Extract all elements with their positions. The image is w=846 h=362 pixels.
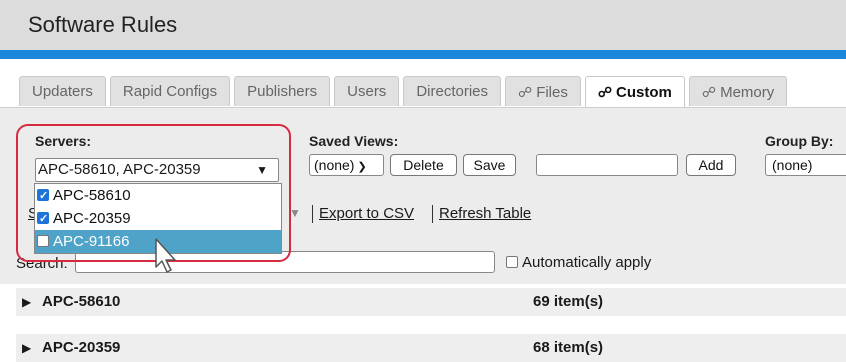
refresh-table-link[interactable]: Refresh Table xyxy=(439,205,531,222)
tab-users[interactable]: Users xyxy=(334,76,400,106)
tab-label: Rapid Configs xyxy=(122,83,218,100)
saved-views-value: (none) xyxy=(314,157,355,173)
group-by-label: Group By: xyxy=(765,133,834,149)
files-icon: ☍ xyxy=(518,84,533,100)
group-count: 68 item(s) xyxy=(533,339,604,356)
title-bar: Software Rules xyxy=(0,0,846,50)
auto-apply-label: Automatically apply xyxy=(522,254,652,271)
group-name: APC-20359 xyxy=(42,339,121,356)
auto-apply-checkbox[interactable] xyxy=(506,256,518,268)
divider xyxy=(432,205,433,223)
delete-button[interactable]: Delete xyxy=(390,154,457,176)
custom-icon: ☍ xyxy=(597,84,613,100)
tab-label: Users xyxy=(347,83,387,100)
tab-files[interactable]: ☍ Files xyxy=(505,76,581,106)
expand-arrow-icon[interactable]: ▶ xyxy=(22,295,31,309)
chevron-down-icon: ❯ xyxy=(357,161,367,173)
tab-bar: Updaters Rapid Configs Publishers Users … xyxy=(19,76,788,108)
accent-bar xyxy=(0,50,846,59)
saved-views-select[interactable]: (none) ❯ xyxy=(309,154,384,176)
group-row[interactable]: ▶ APC-20359 68 item(s) xyxy=(16,334,846,362)
group-by-select[interactable]: (none) xyxy=(765,154,846,176)
saved-views-label: Saved Views: xyxy=(309,133,399,149)
tab-label: Updaters xyxy=(32,83,93,100)
save-button[interactable]: Save xyxy=(463,154,516,176)
tab-label: Publishers xyxy=(247,83,318,100)
view-name-input[interactable] xyxy=(536,154,678,176)
memory-icon: ☍ xyxy=(701,84,717,100)
group-row[interactable]: ▶ APC-58610 69 item(s) xyxy=(16,288,846,316)
group-count: 69 item(s) xyxy=(533,293,604,310)
tab-updaters[interactable]: Updaters xyxy=(19,76,106,106)
tab-publishers[interactable]: Publishers xyxy=(234,76,331,106)
tab-label: Memory xyxy=(720,84,775,101)
tab-memory[interactable]: ☍ Memory xyxy=(688,76,788,106)
tab-label: Directories xyxy=(416,83,488,100)
expand-arrow-icon[interactable]: ▶ xyxy=(22,341,31,355)
tab-label: Files xyxy=(536,84,568,101)
mouse-cursor-icon xyxy=(155,238,176,273)
divider xyxy=(312,205,313,223)
tab-label: Custom xyxy=(616,84,672,101)
tab-rapid-configs[interactable]: Rapid Configs xyxy=(109,76,231,106)
group-name: APC-58610 xyxy=(42,293,121,310)
export-csv-link[interactable]: Export to CSV xyxy=(319,205,414,222)
page-title: Software Rules xyxy=(28,12,178,37)
tab-directories[interactable]: Directories xyxy=(403,76,501,106)
add-button[interactable]: Add xyxy=(686,154,736,176)
tab-custom[interactable]: ☍ Custom xyxy=(584,76,685,108)
